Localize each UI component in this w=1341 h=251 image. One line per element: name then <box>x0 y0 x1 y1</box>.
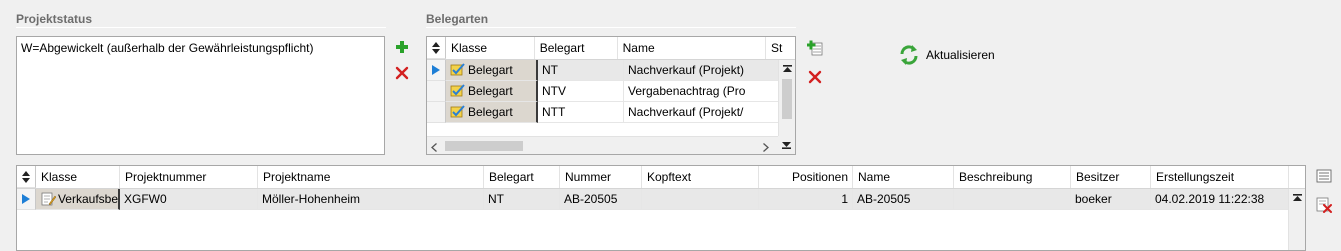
column-header-projektnummer[interactable]: Projektnummer <box>120 166 258 188</box>
column-header-belegart[interactable]: Belegart <box>535 37 618 59</box>
column-header-positionen[interactable]: Positionen <box>759 166 853 188</box>
projektname-cell: Möller-Hohenheim <box>258 189 484 210</box>
current-row-arrow-icon <box>22 194 30 204</box>
column-header-kopftext[interactable]: Kopftext <box>642 166 759 188</box>
kopftext-cell <box>642 189 759 210</box>
belegart-cell: NT <box>538 60 624 81</box>
projektstatus-add-button[interactable] <box>393 38 411 56</box>
scroll-top-icon <box>1292 193 1302 201</box>
column-header-name[interactable]: Name <box>853 166 954 188</box>
table-row[interactable]: Belegart NTT Nachverkauf (Projekt/ <box>427 102 795 123</box>
table-row[interactable]: Belegart NTV Vergabenachtrag (Pro <box>427 81 795 102</box>
belegart-check-icon <box>450 84 465 97</box>
row-indicator <box>427 81 446 102</box>
list-view-icon <box>1316 169 1332 183</box>
besitzer-cell: boeker <box>1071 189 1151 210</box>
scroll-thumb[interactable] <box>782 79 792 119</box>
scroll-bottom-icon <box>782 142 791 149</box>
add-row-icon <box>807 40 823 56</box>
table-row[interactable]: Belegart NT Nachverkauf (Projekt) <box>427 60 795 81</box>
projects-header: Klasse Projektnummer Projektname Belegar… <box>17 166 1305 189</box>
belegarten-horizontal-scrollbar[interactable] <box>427 136 778 154</box>
nummer-cell: AB-20505 <box>560 189 642 210</box>
belegarten-grid[interactable]: Klasse Belegart Name St Belegart NT Nach… <box>426 36 796 155</box>
sort-updown-icon <box>22 170 30 183</box>
belegarten-add-button[interactable] <box>806 39 824 57</box>
column-header-besitzer[interactable]: Besitzer <box>1071 166 1151 188</box>
row-indicator <box>17 189 36 210</box>
projektstatus-remove-button[interactable] <box>393 64 411 82</box>
projektnummer-cell: XGFW0 <box>120 189 258 210</box>
column-chooser-button[interactable] <box>427 37 446 59</box>
projektstatus-field[interactable]: W=Abgewickelt (außerhalb der Gewährleist… <box>16 36 385 155</box>
projektstatus-value: W=Abgewickelt (außerhalb der Gewährleist… <box>21 41 314 55</box>
refresh-button[interactable]: Aktualisieren <box>898 44 995 66</box>
delete-x-icon <box>395 66 409 80</box>
positionen-cell: 1 <box>759 189 853 210</box>
column-header-klasse[interactable]: Klasse <box>446 37 535 59</box>
projects-grid[interactable]: Klasse Projektnummer Projektname Belegar… <box>16 165 1306 251</box>
klasse-cell: Belegart <box>446 60 538 81</box>
name-cell: Nachverkauf (Projekt/ <box>624 102 778 123</box>
erstellungszeit-cell: 04.02.2019 11:22:38 <box>1151 189 1289 210</box>
projects-remove-button[interactable] <box>1315 196 1333 214</box>
plus-icon <box>396 41 408 53</box>
scroll-thumb[interactable] <box>445 141 523 151</box>
name-cell: AB-20505 <box>853 189 954 210</box>
column-header-st[interactable]: St <box>766 37 795 59</box>
belegart-cell: NTT <box>538 102 624 123</box>
projektstatus-title: Projektstatus <box>16 12 93 26</box>
current-row-arrow-icon <box>432 65 440 75</box>
document-edit-icon <box>41 192 56 206</box>
sort-updown-icon <box>432 41 440 54</box>
scroll-to-bottom-button[interactable] <box>778 136 795 154</box>
refresh-label: Aktualisieren <box>926 48 995 62</box>
belegarten-title: Belegarten <box>426 12 489 26</box>
belegarten-header: Klasse Belegart Name St <box>427 37 795 60</box>
scroll-right-button[interactable] <box>763 141 769 154</box>
belegart-check-icon <box>450 63 465 76</box>
klasse-cell: Verkaufsbe <box>36 189 120 210</box>
scroll-to-top-button[interactable] <box>1289 189 1305 206</box>
belegarten-divider <box>426 27 796 28</box>
refresh-icon <box>900 45 918 65</box>
column-header-klasse[interactable]: Klasse <box>36 166 120 188</box>
column-header-belegart[interactable]: Belegart <box>484 166 560 188</box>
name-cell: Nachverkauf (Projekt) <box>624 60 778 81</box>
column-header-nummer[interactable]: Nummer <box>560 166 642 188</box>
table-row[interactable]: Verkaufsbe XGFW0 Möller-Hohenheim NT AB-… <box>17 189 1305 210</box>
column-chooser-button[interactable] <box>17 166 36 188</box>
belegart-cell: NTV <box>538 81 624 102</box>
scroll-top-icon <box>782 64 792 72</box>
column-header-projektname[interactable]: Projektname <box>258 166 484 188</box>
belegarten-remove-button[interactable] <box>806 68 824 86</box>
belegart-check-icon <box>450 105 465 118</box>
klasse-cell: Belegart <box>446 81 538 102</box>
beschreibung-cell <box>954 189 1071 210</box>
projects-vertical-scrollbar[interactable] <box>1288 189 1305 250</box>
row-indicator <box>427 102 446 123</box>
delete-x-icon <box>808 70 822 84</box>
projektstatus-divider <box>16 27 386 28</box>
scroll-to-top-button[interactable] <box>779 60 795 77</box>
delete-document-icon <box>1316 197 1332 213</box>
chevron-right-icon <box>763 143 769 152</box>
scroll-left-button[interactable] <box>431 141 437 154</box>
projects-list-button[interactable] <box>1315 167 1333 185</box>
klasse-cell: Belegart <box>446 102 538 123</box>
belegart-cell: NT <box>484 189 560 210</box>
name-cell: Vergabenachtrag (Pro <box>624 81 778 102</box>
row-indicator <box>427 60 446 81</box>
column-header-name[interactable]: Name <box>618 37 766 59</box>
column-header-erstellungszeit[interactable]: Erstellungszeit <box>1151 166 1289 188</box>
chevron-left-icon <box>431 143 437 152</box>
column-header-beschreibung[interactable]: Beschreibung <box>954 166 1071 188</box>
